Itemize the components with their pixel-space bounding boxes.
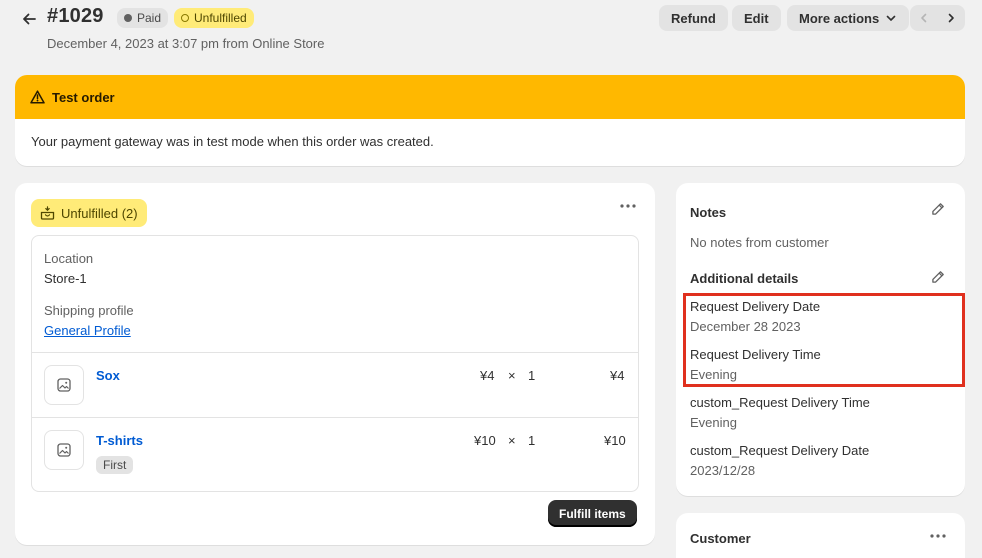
product-name-link[interactable]: T-shirts [96,433,143,448]
item-total: ¥4 [610,368,625,383]
unfulfilled-box-icon [40,206,55,220]
warning-icon [30,90,45,104]
customer-menu-button[interactable] [929,529,947,547]
fulfillment-details: Location Store-1 Shipping profile Genera… [31,235,639,492]
location-value: Store-1 [44,271,87,286]
fulfillment-status-label: Unfulfilled [194,11,247,25]
pencil-icon [932,271,944,283]
edit-button[interactable]: Edit [732,5,781,31]
item-quantity: 1 [528,433,536,448]
previous-order-button[interactable] [910,5,938,31]
more-actions-label: More actions [799,10,880,26]
variant-badge: First [96,456,134,474]
unfulfilled-count-label: Unfulfilled (2) [61,205,138,221]
refund-button[interactable]: Refund [659,5,728,31]
location-label: Location [44,251,94,266]
back-button[interactable] [14,6,44,32]
shipping-profile-label: Shipping profile [44,303,134,318]
divider [32,417,638,418]
payment-status-label: Paid [137,11,162,25]
item-price: ¥10 [474,433,496,448]
fulfillment-card: Unfulfilled (2) Location Store-1 Shippin… [15,183,655,545]
fulfillment-status-badge: Unfulfilled [174,8,254,28]
banner-header: Test order [15,75,965,119]
detail-label: custom_Request Delivery Date [690,443,870,458]
item-price: ¥4 [480,368,495,383]
test-order-banner: Test order Your payment gateway was in t… [15,75,965,166]
image-placeholder-icon [57,443,71,457]
fulfill-items-button[interactable]: Fulfill items [548,500,637,527]
chevron-right-icon [948,13,955,23]
image-placeholder-icon [57,378,71,392]
item-quantity: 1 [528,368,536,383]
banner-title: Test order [52,89,115,105]
product-thumbnail[interactable] [44,365,84,405]
more-actions-button[interactable]: More actions [787,5,910,31]
unfulfilled-count-badge: Unfulfilled (2) [31,199,147,227]
next-order-button[interactable] [938,5,966,31]
notes-title: Notes [690,205,727,220]
notes-empty-text: No notes from customer [690,235,829,250]
detail-label: custom_Request Delivery Time [690,395,870,410]
chevron-left-icon [920,13,927,23]
divider [32,352,638,353]
customer-title: Customer [690,531,751,546]
additional-details-title: Additional details [690,271,799,286]
unfulfilled-ring-icon [181,14,189,22]
highlight-box [683,293,965,387]
more-horizontal-icon [930,534,946,538]
times-sign: × [508,433,516,448]
customer-card: Customer [676,513,965,558]
times-sign: × [508,368,516,383]
product-thumbnail[interactable] [44,430,84,470]
order-pagination [910,5,965,31]
payment-status-badge: Paid [117,8,169,28]
fulfillment-menu-button[interactable] [619,199,637,217]
edit-additional-details-button[interactable] [931,270,945,287]
detail-value: Evening [690,415,737,430]
shipping-profile-link[interactable]: General Profile [44,323,131,338]
page-title: #1029 [47,5,104,27]
more-horizontal-icon [620,204,636,208]
paid-dot-icon [124,14,132,22]
order-subtitle: December 4, 2023 at 3:07 pm from Online … [47,36,325,51]
item-total: ¥10 [604,433,626,448]
pencil-icon [932,203,944,215]
detail-value: 2023/12/28 [690,463,756,478]
arrow-left-icon [23,13,36,25]
product-name-link[interactable]: Sox [96,368,120,383]
banner-message: Your payment gateway was in test mode wh… [31,134,434,149]
chevron-down-icon [886,15,896,21]
edit-notes-button[interactable] [931,202,945,219]
